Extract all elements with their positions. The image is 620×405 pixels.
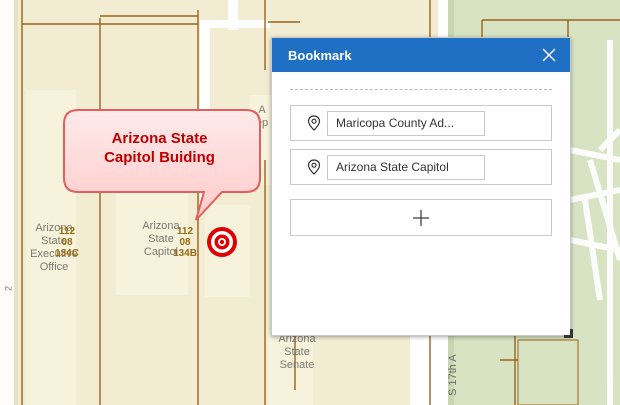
resize-handle-icon[interactable] xyxy=(564,329,573,338)
bookmark-name-field[interactable]: Maricopa County Ad... xyxy=(327,110,485,136)
bookmark-item[interactable]: Maricopa County Ad... xyxy=(290,105,552,141)
location-target-icon[interactable] xyxy=(206,226,238,258)
bookmark-name-field[interactable]: Arizona State Capitol xyxy=(327,154,485,180)
parcel-number-134b: 112 08 134B xyxy=(173,226,197,259)
bookmark-panel: Bookmark Maricopa County Ad... Arizona S… xyxy=(271,37,573,338)
map-pin-icon xyxy=(307,159,321,175)
parcel-number-134c: 112 08 134C xyxy=(55,226,79,259)
panel-body: Maricopa County Ad... Arizona State Capi… xyxy=(272,72,570,236)
callout-bubble xyxy=(63,109,261,221)
state-senate-label: Arizona State Senate xyxy=(278,333,316,371)
divider xyxy=(290,89,552,90)
map-pin-icon xyxy=(307,115,321,131)
street-17th-label: S 17th A xyxy=(447,354,459,396)
panel-title: Bookmark xyxy=(288,47,352,63)
callout-text: Arizona State Capitol Buiding xyxy=(104,130,215,166)
close-button[interactable] xyxy=(538,44,560,66)
close-icon xyxy=(542,48,556,62)
street-number-label: 2 xyxy=(3,286,14,292)
plus-icon xyxy=(413,209,429,226)
bookmark-item[interactable]: Arizona State Capitol xyxy=(290,149,552,185)
panel-header[interactable]: Bookmark xyxy=(272,38,570,72)
add-bookmark-button[interactable] xyxy=(290,199,552,236)
